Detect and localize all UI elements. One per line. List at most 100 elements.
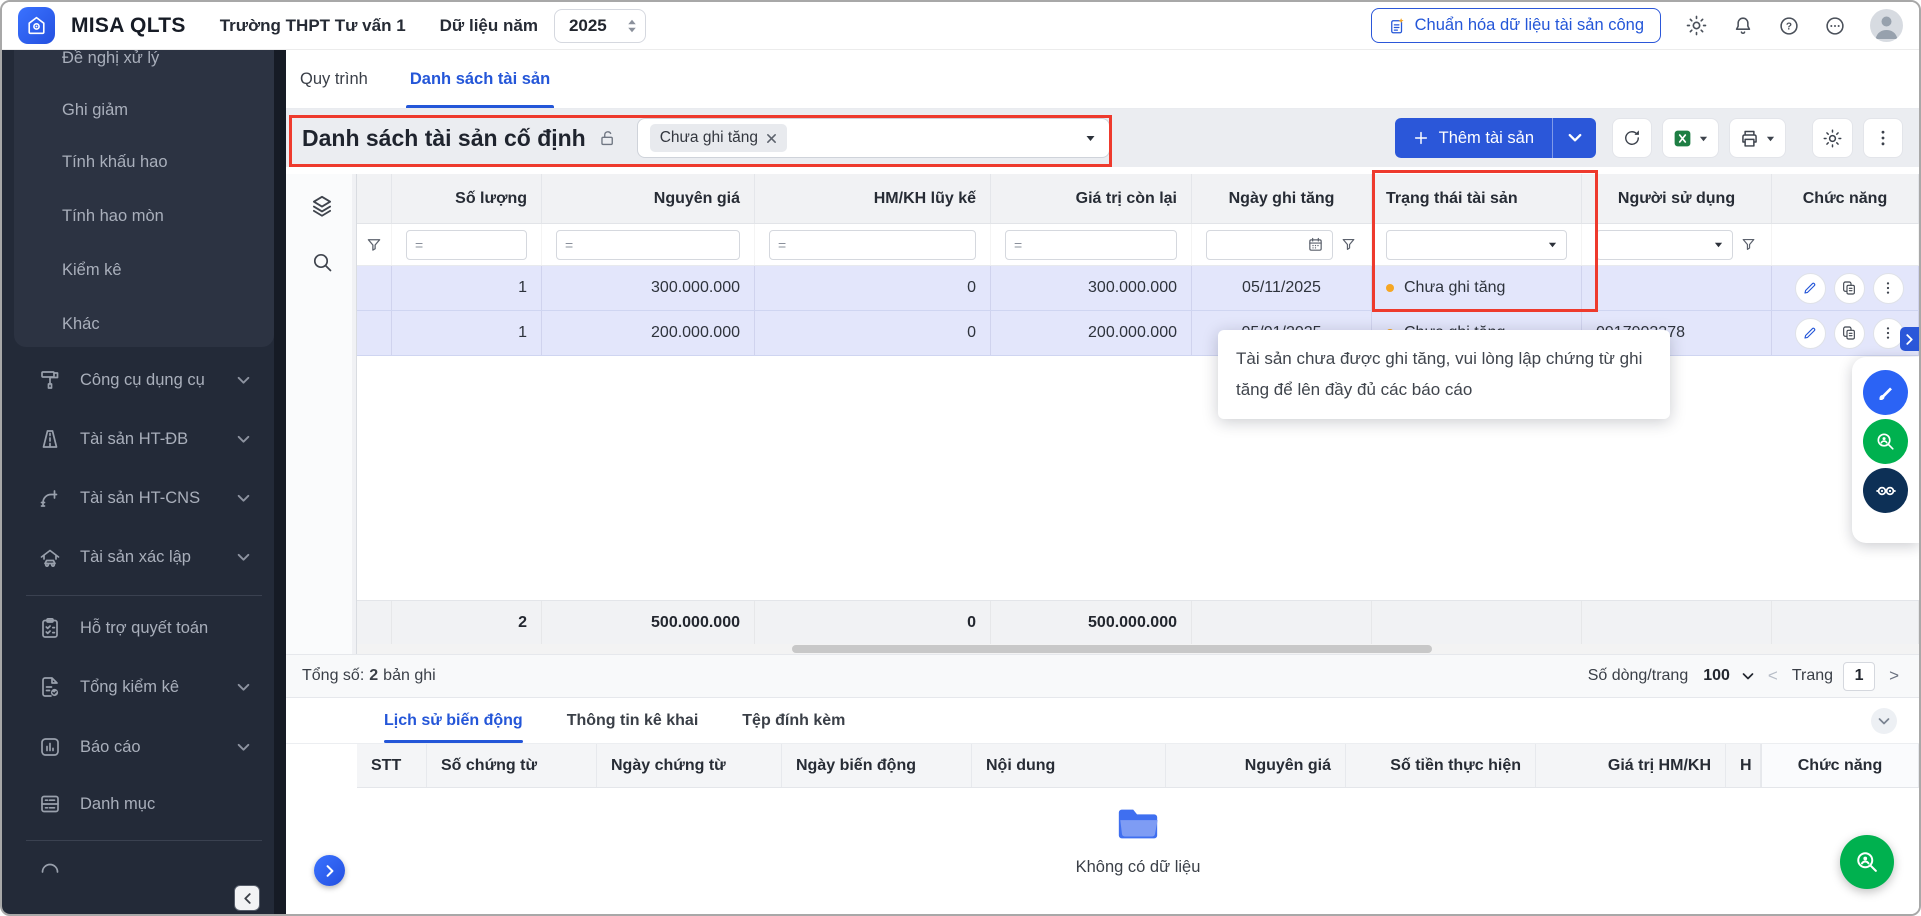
sidebar-item-danh-muc[interactable]: Danh mục [2,784,274,824]
prev-page-button[interactable]: < [1764,666,1782,686]
more-actions-button[interactable] [1863,118,1903,158]
dcol-nguyen-gia[interactable]: Nguyên giá [1166,744,1346,787]
asset-row-2[interactable]: 1 200.000.000 0 200.000.000 05/01/2025 C… [357,311,1919,356]
col-header-nguoi-su-dung[interactable]: Người sử dụng [1582,174,1772,223]
tab-danh-sach-tai-san[interactable]: Danh sách tài sản [406,50,554,108]
col-header-ngay-ghi-tang[interactable]: Ngày ghi tăng [1192,174,1372,223]
dcol-chuc-nang[interactable]: Chức năng [1761,744,1919,787]
row-more-button[interactable] [1873,273,1904,304]
assistant-brush-button[interactable] [1863,370,1908,415]
organization-name[interactable]: Trường THPT Tư vấn 1 [220,16,406,36]
col-header-trang-thai[interactable]: Trạng thái tài sản [1372,174,1582,223]
support-chat-fab[interactable] [1840,835,1894,889]
dcol-ngay-bien-dong[interactable]: Ngày biến động [782,744,972,787]
add-asset-dropdown-button[interactable] [1552,118,1596,158]
print-button[interactable] [1729,118,1786,158]
sidebar-item-tinh-khau-hao[interactable]: Tính khấu hao [2,142,274,182]
dcol-noi-dung[interactable]: Nội dung [972,744,1166,787]
sidebar-item-kiem-ke[interactable]: Kiểm kê [2,250,274,290]
edit-button[interactable] [1795,273,1826,304]
sidebar-item-khac[interactable]: Khác [2,304,274,344]
edit-button[interactable] [1795,318,1826,349]
sidebar-collapse-button[interactable] [234,885,260,911]
page-number-input[interactable]: 1 [1843,662,1875,691]
more-options-icon[interactable] [1824,15,1846,37]
collapse-detail-icon[interactable] [1871,708,1897,734]
year-selector[interactable]: 2025 [554,9,646,43]
status-filter-combobox[interactable]: Chưa ghi tăng [637,118,1110,158]
sidebar-item-partial[interactable] [2,850,274,890]
svg-text:?: ? [1786,21,1792,32]
calendar-icon [1307,236,1324,253]
row-more-button[interactable] [1873,318,1904,349]
filter-chip[interactable]: Chưa ghi tăng [650,124,787,152]
grid-settings-button[interactable] [1812,118,1853,158]
filter-select-trang-thai[interactable] [1386,230,1567,260]
filter-input-gia-tri-con-lai[interactable]: = [1005,230,1177,260]
filter-funnel-icon[interactable] [1740,236,1757,253]
normalize-data-button[interactable]: Chuẩn hóa dữ liệu tài sản công [1371,8,1661,43]
scrollbar-thumb[interactable] [792,645,1432,653]
year-spinner-icon[interactable] [627,19,637,33]
dcol-clipped[interactable]: H [1726,744,1761,787]
search-icon[interactable] [308,248,336,276]
app-logo-icon[interactable] [18,7,55,44]
help-icon[interactable]: ? [1778,15,1800,37]
tab-quy-trinh[interactable]: Quy trình [296,50,372,108]
cell-chuc-nang [1772,311,1919,355]
sidebar-item-bao-cao[interactable]: Báo cáo [2,727,274,767]
support-search-button[interactable] [1863,419,1908,464]
grid-header-row: Số lượng Nguyên giá HM/KH lũy kế Giá trị… [357,174,1919,224]
duplicate-button[interactable] [1834,318,1865,349]
dcol-gia-tri-hm-kh[interactable]: Giá trị HM/KH [1536,744,1726,787]
chip-remove-icon[interactable] [766,133,777,144]
sidebar-item-tong-kiem-ke[interactable]: Tổng kiểm kê [2,667,274,707]
dcol-ngay-chung-tu[interactable]: Ngày chứng từ [597,744,782,787]
sidebar-item-ghi-giam[interactable]: Ghi giảm [2,90,274,130]
expand-panel-chevron[interactable] [1900,327,1919,351]
road-icon [38,427,62,451]
col-header-nguyen-gia[interactable]: Nguyên giá [542,174,755,223]
dcol-stt[interactable]: STT [357,744,427,787]
combobox-caret-icon[interactable] [1084,133,1097,143]
filter-funnel-icon[interactable] [1340,236,1357,253]
unlock-icon[interactable] [598,129,617,148]
filter-input-nguyen-gia[interactable]: = [556,230,740,260]
filter-input-hm-kh[interactable]: = [769,230,976,260]
filter-funnel-icon[interactable] [357,224,392,265]
per-page-select[interactable]: 100 [1698,667,1754,685]
filter-date-ngay-ghi-tang[interactable] [1206,230,1333,260]
export-excel-button[interactable] [1662,118,1719,158]
filter-select-nguoi-su-dung[interactable] [1596,230,1733,260]
dcol-so-tien-thuc-hien[interactable]: Số tiền thực hiện [1346,744,1536,787]
col-header-chuc-nang[interactable]: Chức năng [1772,174,1919,223]
settings-gear-icon[interactable] [1685,14,1708,37]
detail-tab-lich-su-bien-dong[interactable]: Lịch sử biến động [384,698,523,743]
sidebar-item-tinh-hao-mon[interactable]: Tính hao mòn [2,196,274,236]
refresh-button[interactable] [1612,118,1652,158]
expand-sidebar-strip-button[interactable] [314,855,345,886]
page-title: Danh sách tài sản cố định [302,125,586,152]
sidebar-item-tai-san-ht-cns[interactable]: Tài sản HT-CNS [2,478,274,518]
detail-tab-thong-tin-ke-khai[interactable]: Thông tin kê khai [567,698,699,743]
user-avatar[interactable] [1870,9,1903,42]
notifications-bell-icon[interactable] [1732,15,1754,37]
col-header-so-luong[interactable]: Số lượng [392,174,542,223]
group-layers-icon[interactable] [308,192,336,220]
col-header-gia-tri-con-lai[interactable]: Giá trị còn lại [991,174,1192,223]
sidebar-item-cong-cu-dung-cu[interactable]: Công cụ dụng cụ [2,360,274,400]
next-page-button[interactable]: > [1885,666,1903,686]
sidebar-item-ho-tro-quyet-toan[interactable]: Hỗ trợ quyết toán [2,608,274,648]
goggles-bot-button[interactable] [1863,468,1908,513]
asset-row-1[interactable]: 1 300.000.000 0 300.000.000 05/11/2025 C… [357,266,1919,311]
filter-input-so-luong[interactable]: = [406,230,527,260]
detail-tab-tep-dinh-kem[interactable]: Tệp đính kèm [742,698,845,743]
sidebar-item-tai-san-ht-db[interactable]: Tài sản HT-ĐB [2,419,274,459]
col-header-hm-kh-luy-ke[interactable]: HM/KH lũy kế [755,174,991,223]
dcol-so-chung-tu[interactable]: Số chứng từ [427,744,597,787]
per-page-value: 100 [1703,667,1730,685]
add-asset-button[interactable]: Thêm tài sản [1395,118,1552,158]
sidebar-item-tai-san-xac-lap[interactable]: Tài sản xác lập [2,537,274,577]
duplicate-button[interactable] [1834,273,1865,304]
sidebar-item-de-nghi-xu-ly[interactable]: Đề nghị xử lý [2,50,274,78]
